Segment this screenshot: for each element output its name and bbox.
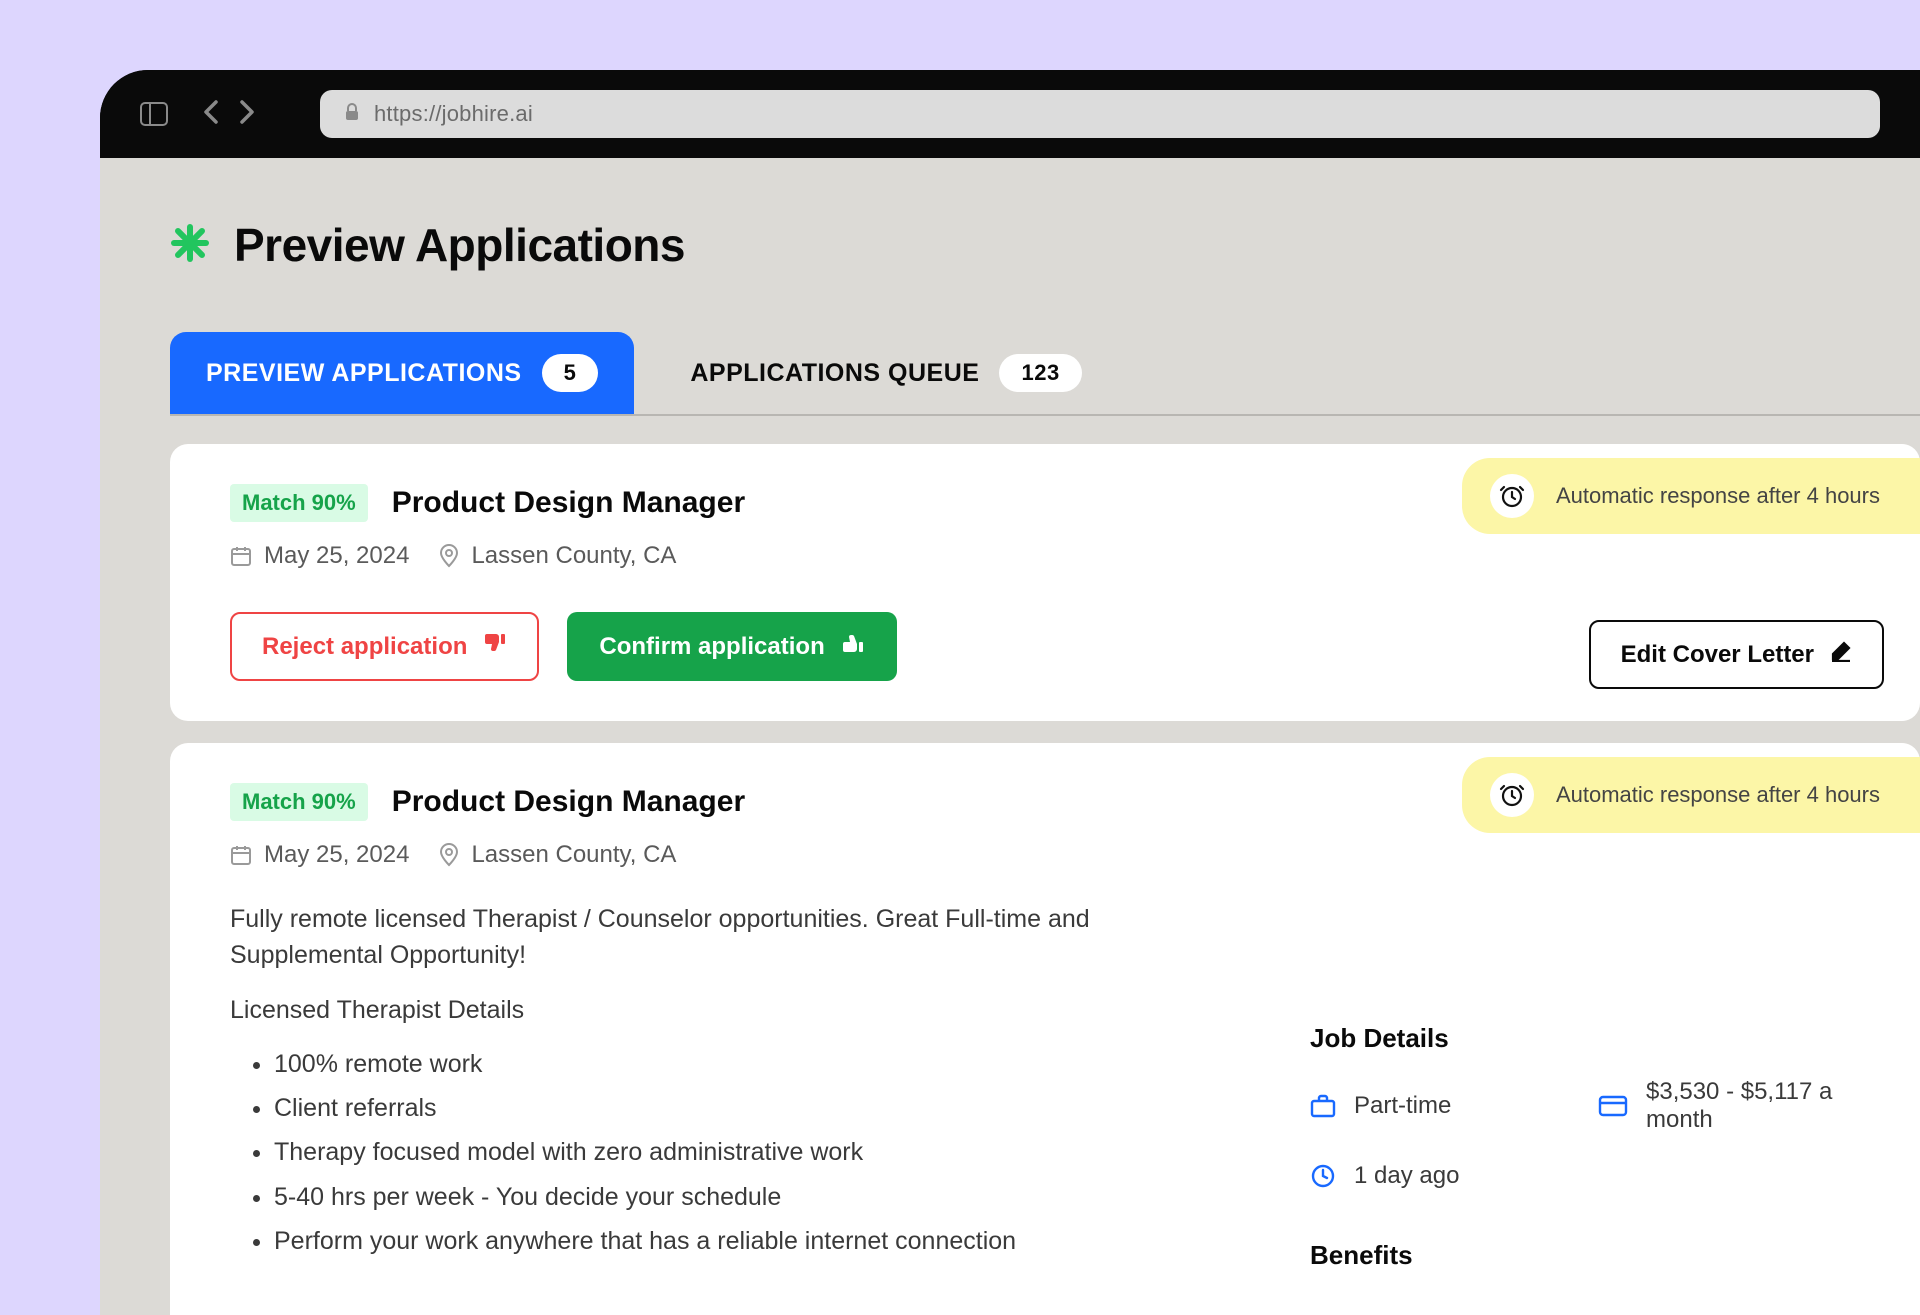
card-meta: May 25, 2024 Lassen County, CA [230,841,1860,869]
detail-grid: Part-time $3,530 - $5,117 a month 1 day … [1310,1078,1870,1190]
lock-icon [344,103,360,126]
location-pin-icon [439,544,459,568]
browser-toolbar: https://jobhire.ai [100,70,1920,158]
edit-pencil-icon [1830,640,1852,669]
meta-date: May 25, 2024 [230,542,409,570]
tab-preview-applications[interactable]: PREVIEW APPLICATIONS 5 [170,332,634,414]
auto-response-text: Automatic response after 4 hours [1556,483,1880,509]
list-item: 5-40 hrs per week - You decide your sche… [274,1179,1170,1215]
match-badge: Match 90% [230,783,368,821]
briefcase-icon [1310,1094,1336,1118]
detail-posted: 1 day ago [1310,1162,1582,1190]
calendar-icon [230,545,252,567]
app-frame: https://jobhire.ai Preview Applications … [0,0,1920,1315]
list-item: Therapy focused model with zero administ… [274,1134,1170,1170]
list-item: Perform your work anywhere that has a re… [274,1223,1170,1259]
page-content: Preview Applications PREVIEW APPLICATION… [100,158,1920,1315]
url-bar[interactable]: https://jobhire.ai [320,90,1880,138]
tab-label: APPLICATIONS QUEUE [690,359,979,388]
meta-location: Lassen County, CA [439,542,676,570]
application-card: Automatic response after 4 hours Match 9… [170,444,1920,721]
benefits-heading: Benefits [1310,1240,1870,1271]
meta-location: Lassen County, CA [439,841,676,869]
auto-response-banner: Automatic response after 4 hours [1462,458,1920,534]
reject-button[interactable]: Reject application [230,612,539,681]
card-meta: May 25, 2024 Lassen County, CA [230,542,1860,570]
browser-window: https://jobhire.ai Preview Applications … [100,70,1920,1315]
detail-salary: $3,530 - $5,117 a month [1598,1078,1870,1134]
job-title: Product Design Manager [392,785,745,819]
location-pin-icon [439,843,459,867]
list-item: Client referrals [274,1090,1170,1126]
tab-label: PREVIEW APPLICATIONS [206,359,522,388]
credit-card-icon [1598,1095,1628,1117]
match-badge: Match 90% [230,484,368,522]
page-title: Preview Applications [234,218,685,272]
url-text: https://jobhire.ai [374,101,533,127]
job-details-sidebar: Job Details Part-time $3,530 - $5,117 a … [1310,1023,1870,1295]
tab-count-badge: 123 [999,354,1081,392]
auto-response-text: Automatic response after 4 hours [1556,782,1880,808]
clock-icon [1310,1163,1336,1189]
thumbs-down-icon [483,632,507,661]
thumbs-up-icon [841,632,865,661]
tabs-row: PREVIEW APPLICATIONS 5 APPLICATIONS QUEU… [170,332,1920,416]
tab-applications-queue[interactable]: APPLICATIONS QUEUE 123 [654,332,1117,414]
alarm-clock-icon [1490,474,1534,518]
nav-back-icon[interactable] [202,98,220,131]
desc-intro: Fully remote licensed Therapist / Counse… [230,901,1170,974]
job-title: Product Design Manager [392,486,745,520]
calendar-icon [230,844,252,866]
job-details-heading: Job Details [1310,1023,1870,1054]
sidebar-toggle-icon[interactable] [140,102,168,126]
auto-response-banner: Automatic response after 4 hours [1462,757,1920,833]
desc-bullets: 100% remote work Client referrals Therap… [230,1046,1170,1259]
alarm-clock-icon [1490,773,1534,817]
edit-cover-letter-button[interactable]: Edit Cover Letter [1589,620,1884,689]
application-card-expanded: Automatic response after 4 hours Match 9… [170,743,1920,1315]
detail-job-type: Part-time [1310,1078,1582,1134]
list-item: 100% remote work [274,1046,1170,1082]
confirm-button[interactable]: Confirm application [567,612,896,681]
asterisk-icon [170,223,210,268]
job-description: Fully remote licensed Therapist / Counse… [230,901,1170,1259]
desc-subhead: Licensed Therapist Details [230,992,1170,1028]
meta-date: May 25, 2024 [230,841,409,869]
cards-list: Automatic response after 4 hours Match 9… [170,444,1920,1315]
tab-count-badge: 5 [542,354,599,392]
nav-forward-icon[interactable] [238,98,256,131]
page-title-row: Preview Applications [170,218,1920,272]
